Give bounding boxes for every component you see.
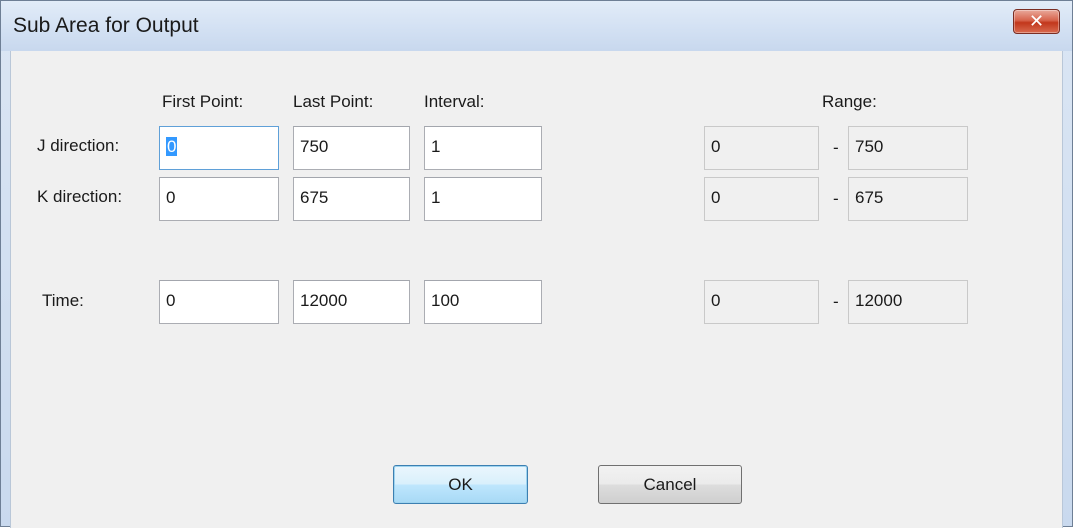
time-range-max-field: 12000 <box>848 280 968 324</box>
title-bar: Sub Area for Output ✕ <box>1 1 1072 51</box>
j-interval-input[interactable]: 1 <box>424 126 542 170</box>
k-first-point-input[interactable]: 0 <box>159 177 279 221</box>
dialog-title: Sub Area for Output <box>13 14 199 37</box>
ok-button[interactable]: OK <box>393 465 528 504</box>
cancel-button[interactable]: Cancel <box>598 465 742 504</box>
j-range-max-field: 750 <box>848 126 968 170</box>
header-first-point: First Point: <box>162 92 244 111</box>
dialog-window: Sub Area for Output ✕ First Point: Last … <box>0 0 1073 528</box>
k-range-separator: - <box>833 189 839 208</box>
dialog-client-area: First Point: Last Point: Interval: Range… <box>10 51 1063 528</box>
k-range-max-field: 675 <box>848 177 968 221</box>
time-range-separator: - <box>833 292 839 311</box>
time-range-min-field: 0 <box>704 280 819 324</box>
k-range-min-field: 0 <box>704 177 819 221</box>
time-label: Time: <box>42 291 84 310</box>
header-range: Range: <box>822 92 877 111</box>
k-interval-input[interactable]: 1 <box>424 177 542 221</box>
time-interval-input[interactable]: 100 <box>424 280 542 324</box>
time-last-point-input[interactable]: 12000 <box>293 280 410 324</box>
j-last-point-input[interactable]: 750 <box>293 126 410 170</box>
j-direction-label: J direction: <box>37 136 120 155</box>
time-first-point-input[interactable]: 0 <box>159 280 279 324</box>
j-first-point-selected-text: 0 <box>166 137 178 156</box>
j-range-min-field: 0 <box>704 126 819 170</box>
header-last-point: Last Point: <box>293 92 374 111</box>
k-direction-label: K direction: <box>37 187 123 206</box>
close-button[interactable]: ✕ <box>1013 9 1060 34</box>
close-icon: ✕ <box>1028 11 1045 31</box>
k-last-point-input[interactable]: 675 <box>293 177 410 221</box>
header-interval: Interval: <box>424 92 485 111</box>
j-first-point-input[interactable]: 0 <box>159 126 279 170</box>
j-range-separator: - <box>833 138 839 157</box>
